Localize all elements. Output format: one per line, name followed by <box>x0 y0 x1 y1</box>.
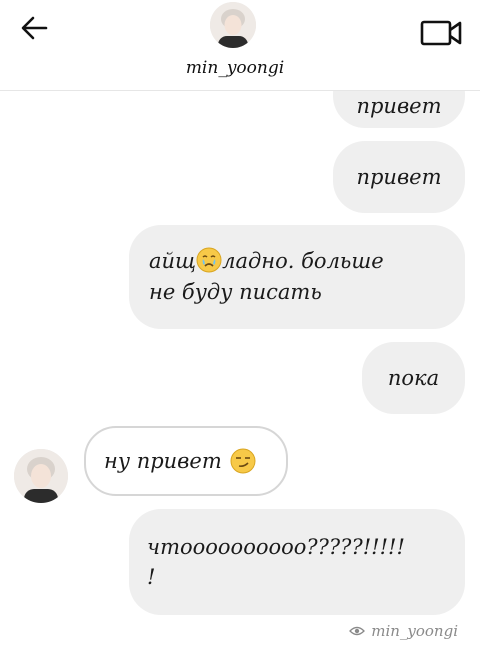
eye-icon <box>349 626 366 636</box>
smirk-face-icon <box>230 448 256 474</box>
seen-label: min_yoongi <box>371 622 458 640</box>
message-line: ! <box>147 565 156 589</box>
crying-face-icon <box>196 247 222 272</box>
seen-indicator: min_yoongi <box>349 622 458 640</box>
message-text: привет <box>356 94 442 118</box>
message-bubble-outgoing[interactable]: привет <box>333 141 465 213</box>
message-text: ну привет <box>104 449 222 473</box>
message-line: айщ ладно. больше <box>149 246 384 278</box>
avatar[interactable] <box>14 449 68 503</box>
profile-photo <box>14 449 68 503</box>
message-text: привет <box>356 165 442 189</box>
chat-header: min_yoongi <box>0 0 480 91</box>
chat-thread[interactable]: привет привет айщ ладно. больше не буду … <box>0 0 480 656</box>
message-bubble-incoming[interactable]: ну привет <box>84 426 288 496</box>
message-text: ладно. больше <box>222 248 384 273</box>
header-avatar[interactable] <box>210 2 256 48</box>
profile-photo <box>210 2 256 48</box>
arrow-left-icon[interactable] <box>18 14 50 42</box>
message-text: пока <box>387 366 440 390</box>
message-bubble-outgoing[interactable]: чтоооооооооо?????!!!!! ! <box>129 509 465 615</box>
header-username[interactable]: min_yoongi <box>0 58 470 78</box>
video-camera-icon[interactable] <box>420 18 462 48</box>
message-text: айщ <box>149 248 197 273</box>
message-line: не буду писать <box>149 280 322 304</box>
message-line: чтоооооооооо?????!!!!! <box>147 534 405 559</box>
message-bubble-outgoing[interactable]: пока <box>362 342 465 414</box>
message-bubble-outgoing[interactable]: айщ ладно. больше не буду писать <box>129 225 465 329</box>
